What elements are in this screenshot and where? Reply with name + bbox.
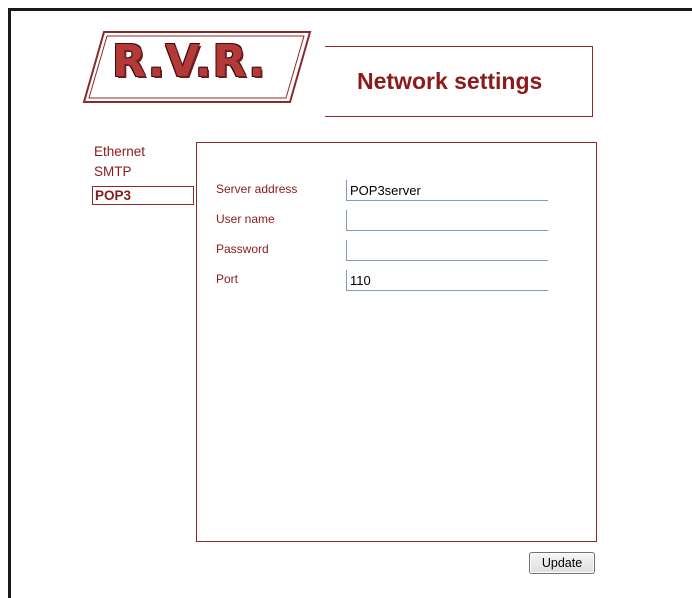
settings-panel [196,142,597,542]
page-title: Network settings [357,68,543,94]
server-address-label: Server address [216,182,298,196]
sidebar-item-ethernet[interactable]: Ethernet [94,144,145,159]
frame-left-border [8,8,11,598]
port-input[interactable] [346,270,548,291]
password-input[interactable] [346,240,548,261]
user-name-label: User name [216,212,275,226]
port-label: Port [216,272,239,286]
sidebar-item-pop3[interactable]: POP3 [92,186,194,205]
logo-text: R.V.R. [112,36,266,87]
password-label: Password [216,242,269,256]
update-button[interactable]: Update [529,552,595,574]
server-address-input[interactable] [346,180,548,201]
frame-top-border [8,8,692,11]
user-name-input[interactable] [346,210,548,231]
sidebar-item-smtp[interactable]: SMTP [94,164,132,179]
